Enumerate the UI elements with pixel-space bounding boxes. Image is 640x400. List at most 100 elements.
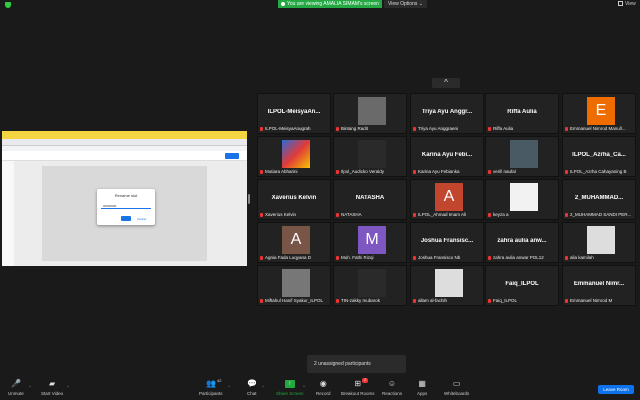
participant-tile[interactable]: M Muh. Fathi Rizqi <box>333 222 407 263</box>
dialog-cancel-button: Cancel <box>137 217 147 221</box>
whiteboards-button[interactable]: ▭ Whiteboards <box>444 379 470 397</box>
participant-tile[interactable]: keyza a <box>485 179 559 220</box>
participant-tile[interactable]: verill naufal <box>485 136 559 177</box>
participant-tile[interactable]: alia kamilah <box>562 222 636 263</box>
mic-muted-icon <box>488 298 491 303</box>
apps-button[interactable]: ▦ Apps <box>417 379 428 397</box>
participant-tile[interactable]: E Emmanuel Nimrod Manull... <box>562 93 636 134</box>
participant-name-text: ILPOL_Ahmad Imam Ali <box>418 212 467 217</box>
video-off-icon: ▰ <box>49 379 56 388</box>
participant-name-text: ILPOL_Azrha Cahayaning B <box>570 169 627 174</box>
participant-name-text: NATASHA <box>341 212 362 217</box>
participant-tile[interactable]: ILPOL-MeisyaAn... ILPOL-MeisyaAnugrah <box>257 93 331 134</box>
participant-name-text: Karina Ayu Febianka <box>418 169 460 174</box>
participant-name-text: Faiq_ILPOL <box>493 298 518 303</box>
participant-tile[interactable]: ILPOL_Azrha_Ca... ILPOL_Azrha Cahayaning … <box>562 136 636 177</box>
reactions-button[interactable]: ☺ Reactions <box>382 379 402 397</box>
view-options-button[interactable]: View Options ⌄ <box>384 0 427 8</box>
participant-tile[interactable]: Xaverius Kelvin Xaverius Kelvin <box>257 179 331 220</box>
share-screen-button[interactable]: ↑ Share Screen <box>276 380 304 396</box>
participant-label: Bintang Radit <box>336 126 404 131</box>
participant-display-name: Karina Ayu Febi... <box>421 152 473 158</box>
participant-display-name: ILPOL_Azrha_Ca... <box>572 152 626 158</box>
whiteboards-label: Whiteboards <box>444 391 470 396</box>
participant-tile[interactable]: Riffa Aulia Riffa Aulia <box>485 93 559 134</box>
mic-muted-icon <box>260 126 263 131</box>
view-button[interactable]: View <box>618 1 636 7</box>
participant-tile[interactable]: Triya Ayu Anggr... Triya Ayu Anggraeni <box>410 93 484 134</box>
participant-name-text: verill naufal <box>493 169 516 174</box>
record-button[interactable]: ◉ Record <box>316 380 331 397</box>
participant-tile[interactable]: zahra aulia anw... zahra aulia anwar POL1… <box>485 222 559 263</box>
shared-screen[interactable]: Rename slot 00000000 Cancel <box>2 131 247 266</box>
mic-muted-icon <box>260 169 263 174</box>
participant-tile[interactable]: Mutiara Abharini <box>257 136 331 177</box>
mic-muted-icon <box>260 212 263 217</box>
grid-page-up-button[interactable]: ^ <box>432 78 460 88</box>
participant-avatar <box>358 97 386 125</box>
participant-avatar: A <box>282 226 310 254</box>
participant-label: 2_MUHAMMAD SANDI PER... <box>565 212 633 217</box>
participant-name-text: alia kamilah <box>570 255 594 260</box>
participant-avatar: E <box>587 97 615 125</box>
participant-label: verill naufal <box>488 169 556 174</box>
participant-tile[interactable]: Karina Ayu Febi... Karina Ayu Febianka <box>410 136 484 177</box>
browser-tab-strip <box>2 131 247 139</box>
start-video-button[interactable]: ▰ Start Video <box>41 379 64 397</box>
reactions-icon: ☺ <box>387 379 397 388</box>
whiteboard-icon: ▭ <box>452 379 461 388</box>
participant-label: Mutiara Abharini <box>260 169 328 174</box>
participant-label: Emmanuel Nimrod M <box>565 298 633 303</box>
participant-name-text: allam al-fachih <box>418 298 448 303</box>
unmute-label: Unmute <box>8 391 24 396</box>
participant-tile[interactable]: Bintang Radit <box>333 93 407 134</box>
mic-muted-icon <box>488 212 491 217</box>
participant-label: keyza a <box>488 212 556 217</box>
participant-display-name: 2_MUHAMMAD... <box>574 195 624 201</box>
unmute-button[interactable]: 🎤 Unmute <box>8 379 24 397</box>
viewing-screen-banner: You are viewing AMALIA SIMAM's screen <box>278 0 382 8</box>
participants-caret-icon[interactable]: ^ <box>228 384 230 389</box>
leave-room-button[interactable]: Leave Room <box>598 385 634 394</box>
share-doc-button <box>225 153 239 159</box>
split-divider-handle[interactable] <box>248 194 250 204</box>
participant-label: Karina Ayu Febianka <box>413 169 481 174</box>
share-caret-icon[interactable]: ^ <box>303 384 305 389</box>
apps-icon: ▦ <box>418 379 426 388</box>
breakout-badge: 2 <box>362 378 368 383</box>
participant-tile[interactable]: TIN-zakky mubarok <box>333 265 407 306</box>
participant-avatar: M <box>358 226 386 254</box>
mic-muted-icon <box>413 126 416 131</box>
breakout-rooms-label: Breakout Rooms <box>341 391 375 396</box>
chat-button[interactable]: 💬 Chat <box>247 380 257 397</box>
start-video-label: Start Video <box>41 391 64 396</box>
chat-caret-icon[interactable]: ^ <box>262 384 264 389</box>
participant-tile[interactable]: A Agnia Fada Luqyana D <box>257 222 331 263</box>
participant-tile[interactable]: 2_MUHAMMAD... 2_MUHAMMAD SANDI PER... <box>562 179 636 220</box>
view-options-label: View Options <box>388 1 418 7</box>
participant-tile[interactable]: Emmanuel Nimr... Emmanuel Nimrod M <box>562 265 636 306</box>
microphone-muted-icon: 🎤 <box>11 379 22 388</box>
unassigned-participants-notice[interactable]: 2 unassigned participants <box>307 355 406 373</box>
rename-dialog: Rename slot 00000000 Cancel <box>97 189 155 225</box>
participant-name-text: Miftahul Hanif Syakur_ILPOL <box>265 298 324 303</box>
top-bar: You are viewing AMALIA SIMAM's screen Vi… <box>0 0 640 9</box>
participant-tile[interactable]: Joshua Fransisc... Joshua Fransisco Nb <box>410 222 484 263</box>
participant-label: ILPOL-MeisyaAnugrah <box>260 126 328 131</box>
participant-tile[interactable]: A ILPOL_Ahmad Imam Ali <box>410 179 484 220</box>
browser-address-bar <box>2 139 247 146</box>
participant-label: Faiq_ILPOL <box>488 298 556 303</box>
participant-name-text: Triya Ayu Anggraeni <box>418 126 459 131</box>
participant-tile[interactable]: Faiq_ILPOL Faiq_ILPOL <box>485 265 559 306</box>
participant-tile[interactable]: allam al-fachih <box>410 265 484 306</box>
participant-tile[interactable]: NATASHA NATASHA <box>333 179 407 220</box>
audio-options-caret-icon[interactable]: ^ <box>29 384 31 389</box>
apps-label: Apps <box>417 391 428 396</box>
breakout-rooms-button[interactable]: ⊞ Breakout Rooms <box>341 380 375 397</box>
participant-tile[interactable]: Miftahul Hanif Syakur_ILPOL <box>257 265 331 306</box>
participant-tile[interactable]: Ilpol_Audicko Veraldy <box>333 136 407 177</box>
video-options-caret-icon[interactable]: ^ <box>67 384 69 389</box>
shield-icon[interactable] <box>5 2 11 8</box>
participant-label: TIN-zakky mubarok <box>336 298 404 303</box>
participant-name-text: Emmanuel Nimrod M <box>570 298 613 303</box>
